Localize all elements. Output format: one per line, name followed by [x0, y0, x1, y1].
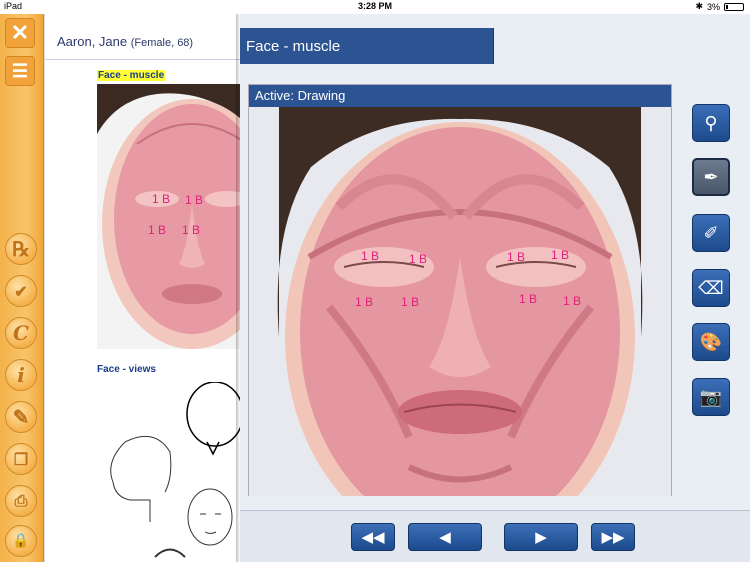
camera-icon: 📷: [699, 386, 723, 407]
bluetooth-icon: ✱: [695, 1, 703, 11]
drawing-marker[interactable]: 1 B: [355, 295, 373, 309]
fast-forward-icon: ▶▶: [601, 529, 625, 546]
forward-arrow-icon: ▶: [535, 529, 547, 546]
face-views-thumbnail[interactable]: [95, 382, 245, 562]
thumb-marker: 1 B: [152, 192, 171, 206]
next-button[interactable]: ▶: [504, 523, 578, 551]
status-right: ✱ 3%: [695, 1, 744, 12]
section-label-face-views[interactable]: Face - views: [97, 364, 156, 375]
patient-header: Aaron, Jane (Female, 68): [57, 34, 193, 49]
drawing-canvas[interactable]: Active: Drawing 1 B 1 B 1 B 1 B 1 B 1 B …: [248, 84, 672, 496]
face-muscle-illustration: [249, 107, 671, 496]
stamp-icon: ⚲: [704, 112, 718, 133]
face-muscle-image[interactable]: 1 B 1 B 1 B 1 B 1 B 1 B 1 B 1 B: [249, 107, 671, 496]
drawing-marker[interactable]: 1 B: [563, 294, 581, 308]
drawing-panel: Face - muscle Active: Drawing 1 B 1 B 1 …: [240, 14, 750, 562]
printer-icon[interactable]: ⎙: [5, 485, 37, 517]
pen-icon: ✒: [703, 166, 719, 187]
drawing-marker[interactable]: 1 B: [519, 292, 537, 306]
face-muscle-thumbnail[interactable]: 1 B 1 B 1 B 1 B: [97, 84, 247, 349]
pages-icon[interactable]: ❐: [5, 443, 37, 475]
drawing-marker[interactable]: 1 B: [401, 295, 419, 309]
thumb-marker: 1 B: [182, 223, 201, 237]
battery-percent: 3%: [706, 1, 720, 12]
rewind-icon: ◀◀: [361, 529, 385, 546]
palette-icon: 🎨: [699, 331, 723, 352]
drawing-marker[interactable]: 1 B: [409, 252, 427, 266]
thumb-marker: 1 B: [185, 193, 204, 207]
document-header: Aaron, Jane (Female, 68): [45, 14, 245, 60]
section-label-face-muscle[interactable]: Face - muscle: [97, 70, 166, 81]
clock: 3:28 PM: [357, 1, 392, 11]
patient-info: (Female, 68): [130, 37, 194, 49]
eraser-tool[interactable]: ⌫: [692, 269, 730, 307]
ruler-pencil-icon: ✐: [703, 222, 719, 243]
drawing-marker[interactable]: 1 B: [507, 250, 525, 264]
pencil-icon[interactable]: ✎: [5, 401, 37, 433]
thumb-marker: 1 B: [148, 223, 167, 237]
palette-tool[interactable]: 🎨: [692, 323, 730, 361]
lock-icon[interactable]: 🔒: [5, 525, 37, 557]
face-muscle-thumbnail-image: [97, 84, 247, 349]
sidebar: ✕ ☰ ℞ ✔ C i ✎ ❐ ⎙ 🔒: [0, 14, 44, 562]
bottom-nav-bar: ◀◀ ◀ ▶ ▶▶: [240, 510, 750, 562]
first-button[interactable]: ◀◀: [351, 523, 395, 551]
stamp-tool[interactable]: ⚲: [692, 104, 730, 142]
rx-icon[interactable]: ℞: [5, 233, 37, 265]
panel-title: Face - muscle: [240, 28, 494, 64]
c-icon[interactable]: C: [5, 317, 37, 349]
previous-button[interactable]: ◀: [408, 523, 482, 551]
drawing-marker[interactable]: 1 B: [551, 248, 569, 262]
pen-tool[interactable]: ✒: [692, 158, 730, 196]
ruler-pencil-tool[interactable]: ✐: [692, 214, 730, 252]
close-icon[interactable]: ✕: [5, 18, 35, 48]
battery-icon: [724, 2, 744, 11]
back-arrow-icon: ◀: [439, 529, 451, 546]
patient-name: Aaron, Jane: [57, 34, 128, 49]
drawing-marker[interactable]: 1 B: [361, 249, 379, 263]
eraser-icon: ⌫: [698, 277, 724, 298]
info-icon[interactable]: i: [5, 359, 37, 391]
list-icon[interactable]: ☰: [5, 56, 35, 86]
last-button[interactable]: ▶▶: [591, 523, 635, 551]
clipboard-check-icon[interactable]: ✔: [5, 275, 37, 307]
active-mode-bar: Active: Drawing: [249, 85, 671, 107]
document-pane: Aaron, Jane (Female, 68) Face - muscle 1…: [44, 14, 247, 562]
camera-tool[interactable]: 📷: [692, 378, 730, 416]
status-bar: iPad 3:28 PM ✱ 3%: [0, 0, 750, 14]
